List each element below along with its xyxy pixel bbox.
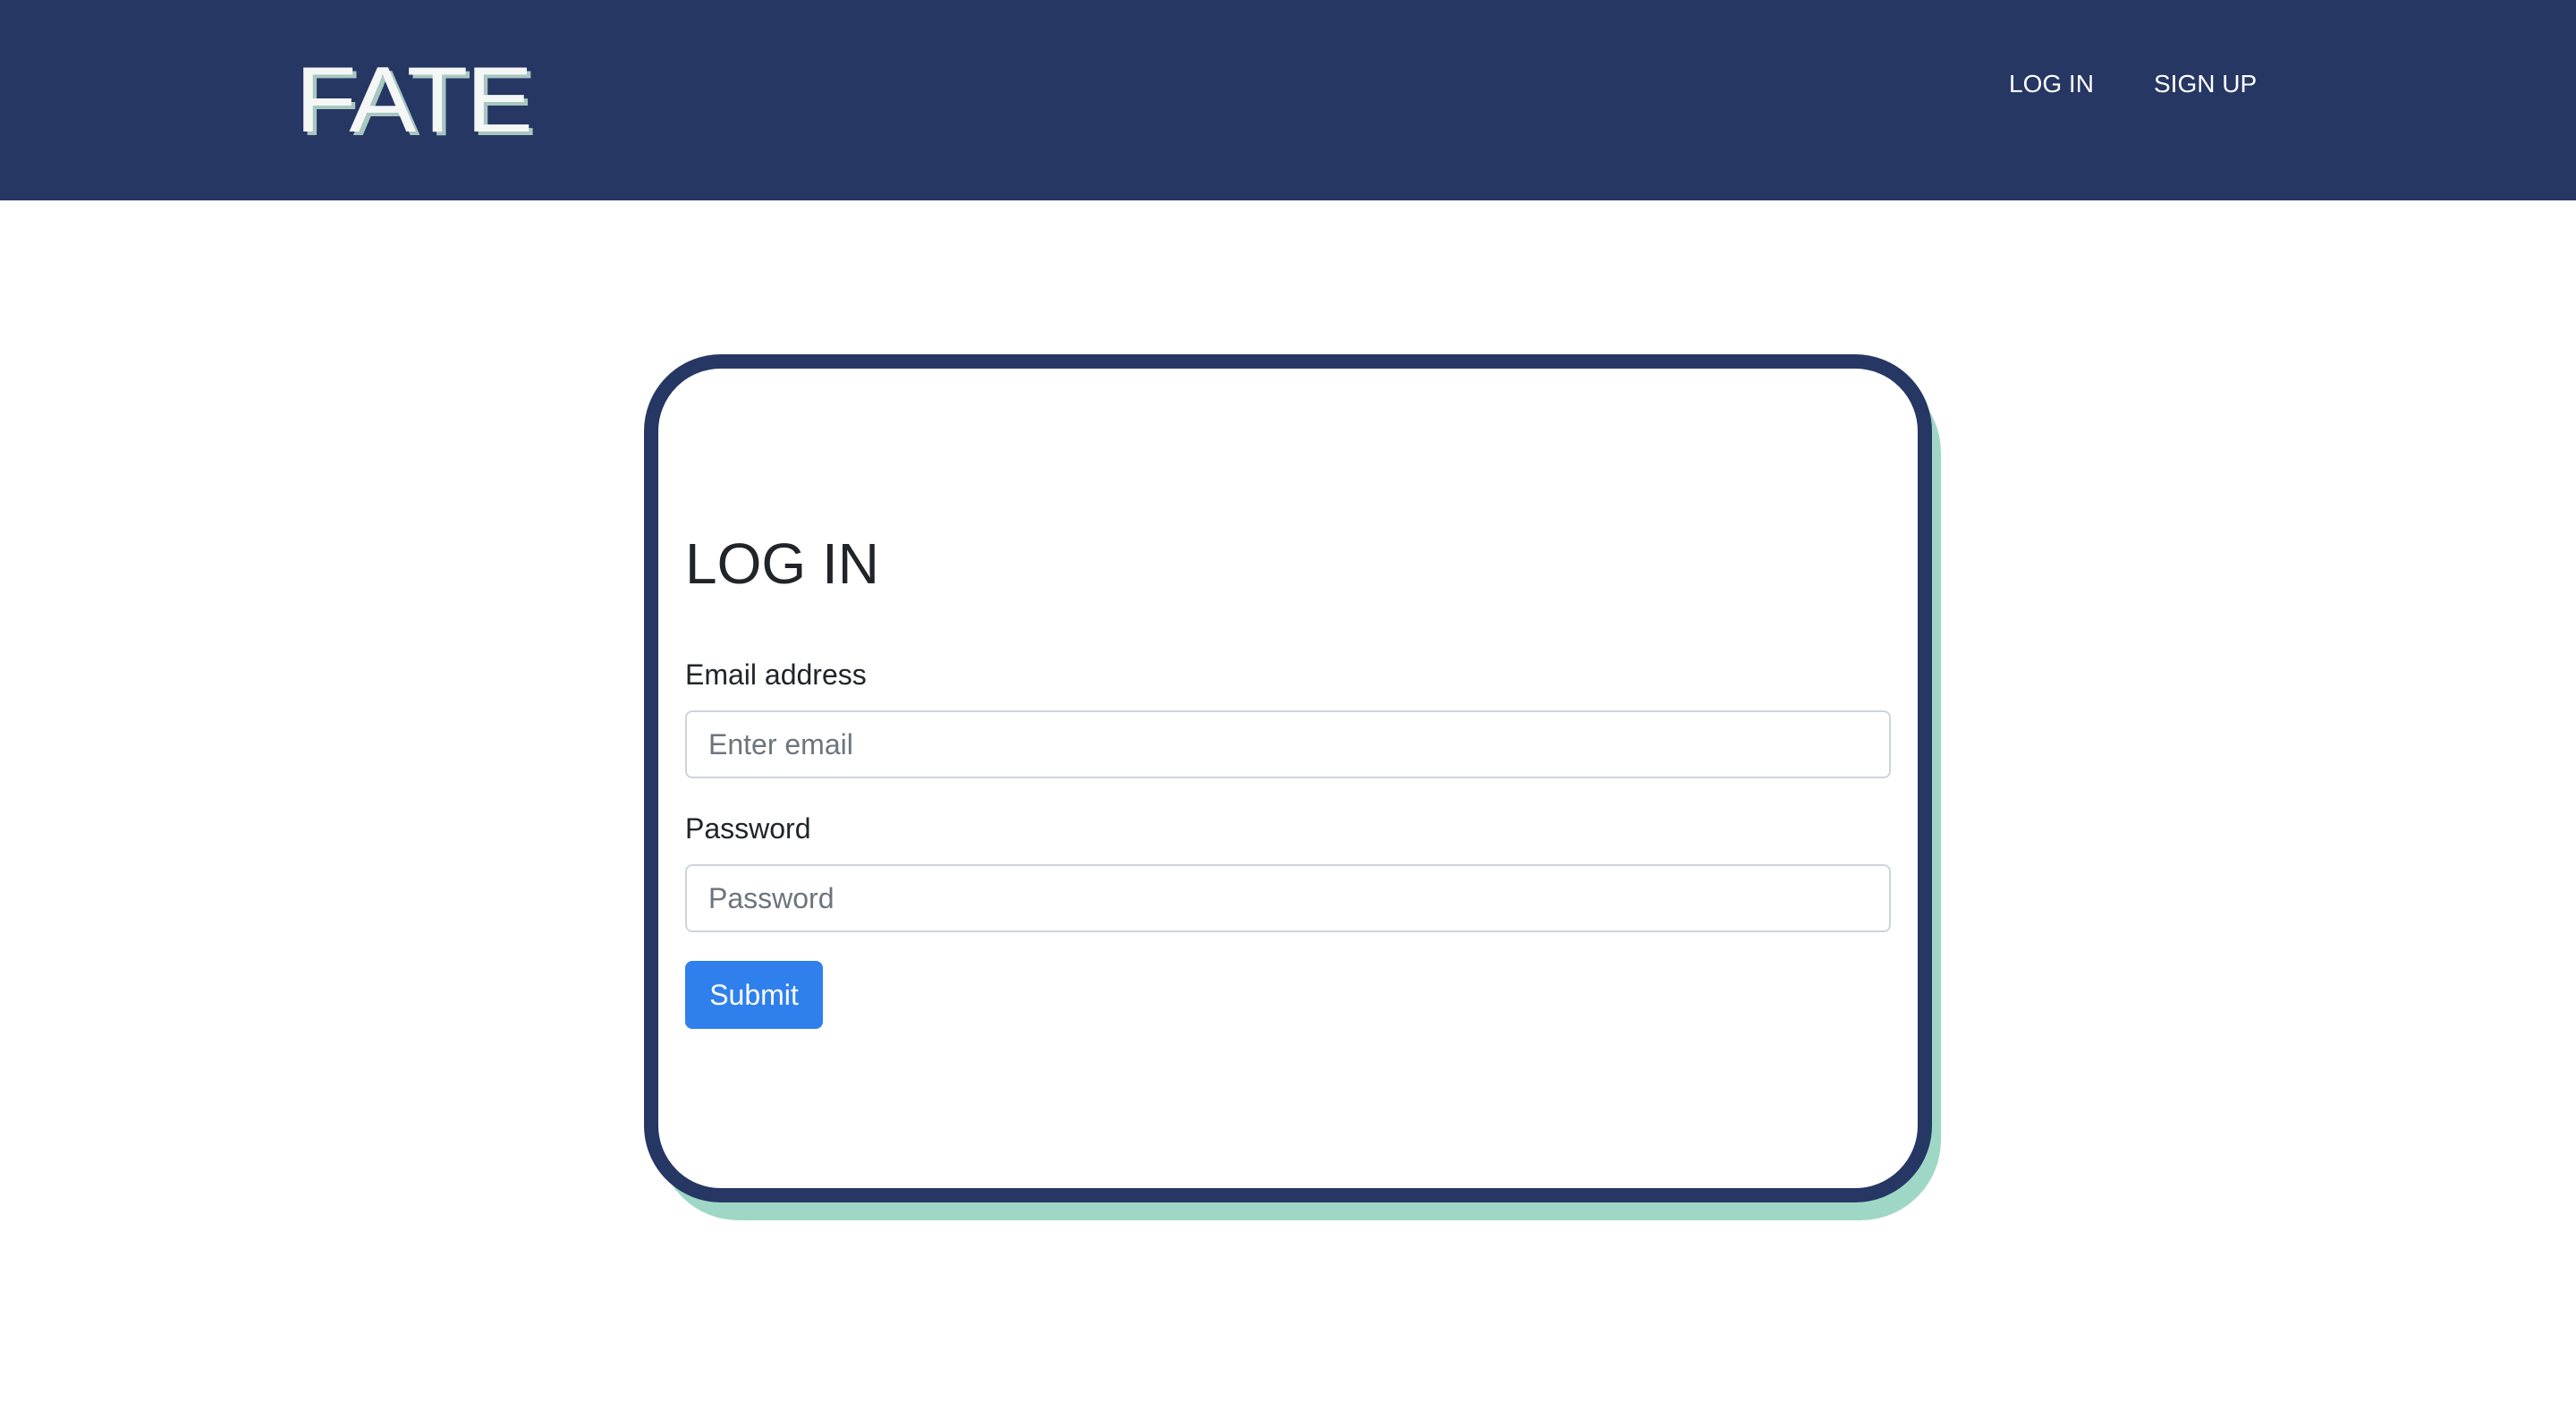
top-navbar: FATE LOG IN SIGN UP (0, 0, 2576, 200)
fate-logo[interactable]: FATE (295, 50, 533, 150)
submit-button[interactable]: Submit (685, 961, 823, 1029)
password-label: Password (685, 812, 811, 845)
email-label: Email address (685, 658, 867, 691)
email-field[interactable] (685, 710, 1891, 778)
nav-signup-link[interactable]: SIGN UP (2154, 68, 2257, 100)
nav-login-link[interactable]: LOG IN (2009, 68, 2094, 100)
password-field[interactable] (685, 864, 1891, 932)
login-card (644, 354, 1932, 1202)
login-heading: LOG IN (685, 531, 879, 596)
